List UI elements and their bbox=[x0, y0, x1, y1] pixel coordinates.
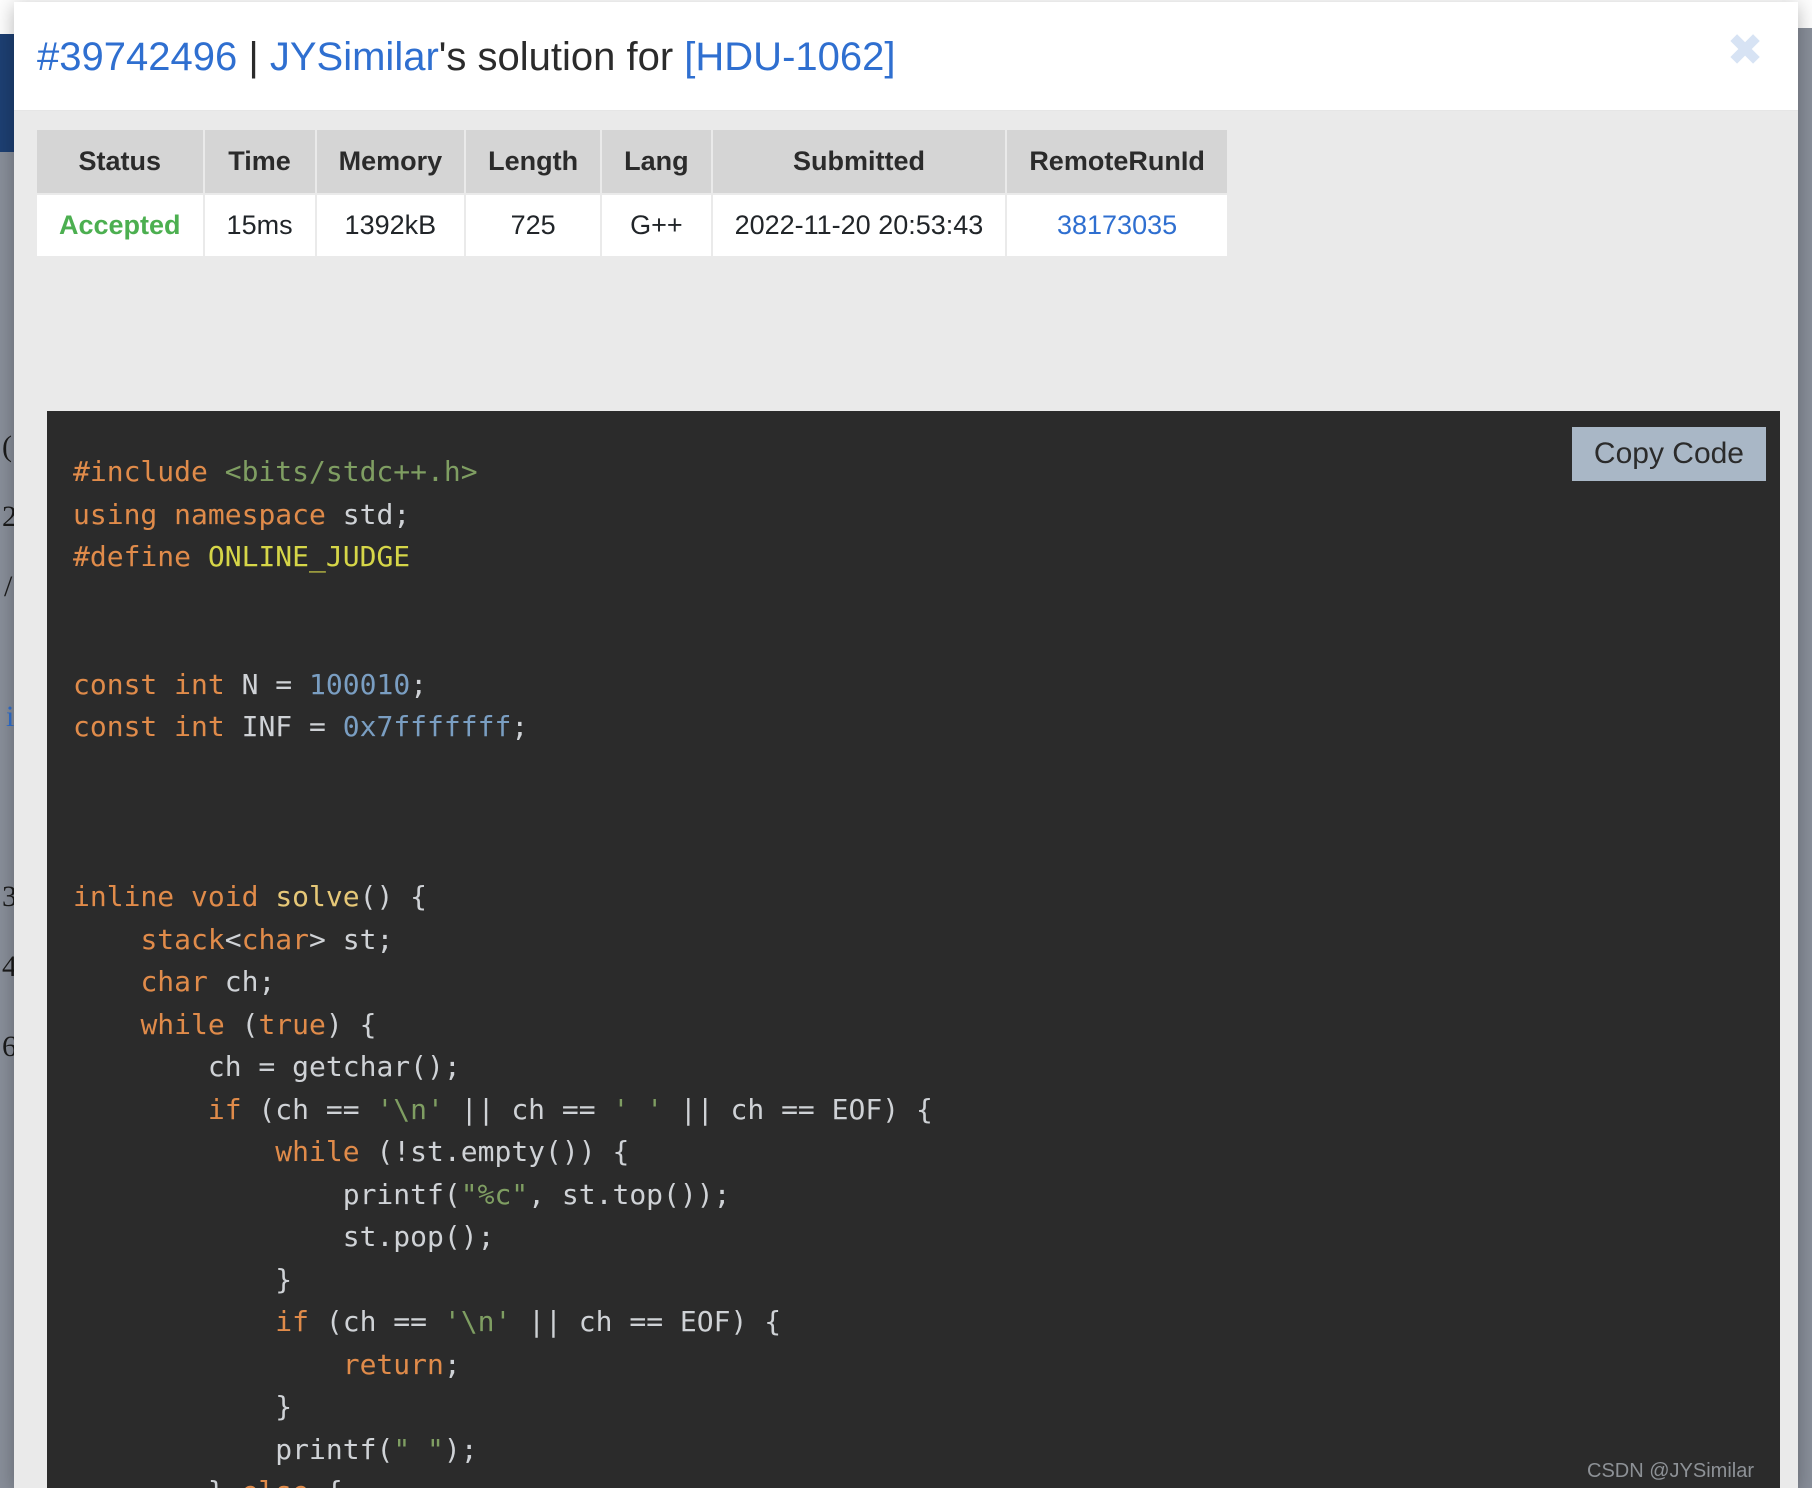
cell-submitted: 2022-11-20 20:53:43 bbox=[712, 195, 1006, 256]
modal-header: #39742496 | JYSimilar's solution for [HD… bbox=[14, 2, 1798, 111]
status-badge: Accepted bbox=[37, 195, 203, 256]
username-link[interactable]: JYSimilar bbox=[270, 35, 439, 79]
column-header-lang: Lang bbox=[602, 130, 711, 193]
submission-id: #39742496 bbox=[37, 35, 238, 79]
modal-body: Status Time Memory Length Lang Submitted… bbox=[14, 111, 1798, 1488]
submission-info-table: Status Time Memory Length Lang Submitted… bbox=[35, 128, 1229, 258]
column-header-time: Time bbox=[204, 130, 315, 193]
remote-run-id-link[interactable]: 38173035 bbox=[1007, 195, 1227, 256]
submission-detail-modal: #39742496 | JYSimilar's solution for [HD… bbox=[14, 2, 1798, 1488]
column-header-memory: Memory bbox=[316, 130, 465, 193]
copy-code-button[interactable]: Copy Code bbox=[1571, 427, 1766, 481]
code-panel: Copy Code #include <bits/stdc++.h> using… bbox=[47, 411, 1780, 1488]
cell-length: 725 bbox=[466, 195, 601, 256]
cell-lang: G++ bbox=[602, 195, 711, 256]
close-icon[interactable]: ✖ bbox=[1718, 24, 1772, 78]
column-header-submitted: Submitted bbox=[712, 130, 1006, 193]
page-title: #39742496 | JYSimilar's solution for [HD… bbox=[37, 32, 896, 82]
title-separator bbox=[237, 35, 248, 79]
watermark: CSDN @JYSimilar bbox=[1587, 1460, 1754, 1482]
title-middle-text: 's solution for bbox=[438, 35, 685, 79]
background-text-fragment: ( bbox=[2, 430, 12, 463]
problem-link[interactable]: [HDU-1062] bbox=[684, 35, 895, 79]
cell-time: 15ms bbox=[204, 195, 315, 256]
column-header-length: Length bbox=[466, 130, 601, 193]
title-space bbox=[259, 35, 270, 79]
title-pipe: | bbox=[248, 35, 259, 79]
column-header-status: Status bbox=[37, 130, 203, 193]
table-row: Accepted 15ms 1392kB 725 G++ 2022-11-20 … bbox=[37, 195, 1227, 256]
source-code-block[interactable]: #include <bits/stdc++.h> using namespace… bbox=[47, 411, 1780, 1488]
table-header-row: Status Time Memory Length Lang Submitted… bbox=[37, 130, 1227, 193]
cell-memory: 1392kB bbox=[316, 195, 465, 256]
background-text-fragment: / bbox=[4, 570, 13, 603]
column-header-remoterunid: RemoteRunId bbox=[1007, 130, 1227, 193]
